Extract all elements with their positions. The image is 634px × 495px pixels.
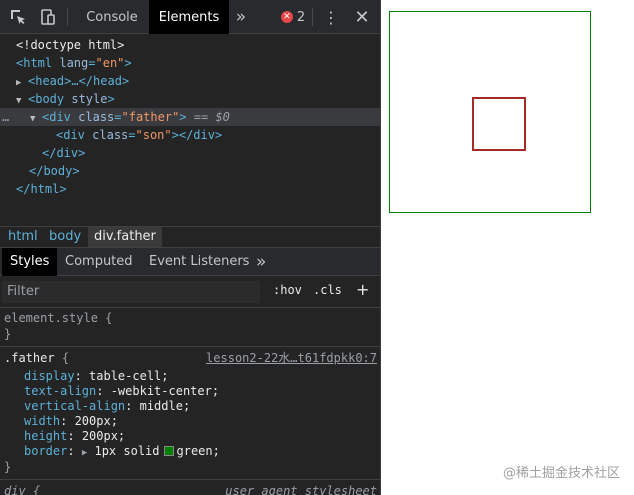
div-rule-header[interactable]: div { user agent stylesheet (0, 484, 380, 495)
breadcrumb: html body div.father (0, 226, 380, 248)
div-close-bracket: > (179, 110, 187, 124)
selected-node-marker: == $0 (193, 110, 230, 124)
prop-value-color: green; (176, 444, 220, 458)
html-open-tag: <html (16, 56, 53, 70)
rule-divider (0, 479, 380, 480)
prop-text-align[interactable]: text-align: -webkit-center; (0, 384, 380, 399)
hov-toggle[interactable]: :hov (273, 283, 302, 297)
ellipsis-menu-icon[interactable]: … (2, 108, 30, 126)
class-attr: class (78, 110, 115, 124)
page-viewport: @稀土掘金技术社区 (381, 0, 634, 495)
new-style-rule-button[interactable]: + (356, 280, 369, 299)
devtools-panel: Console Elements » ✕ 2 ⋮ ✕ <!doctype htm… (0, 0, 381, 495)
class-father-value: "father" (121, 110, 180, 124)
prop-value: 200px; (81, 429, 126, 443)
dom-line-body-close[interactable]: </body> (0, 162, 380, 180)
tab-styles[interactable]: Styles (2, 248, 58, 276)
breadcrumb-body[interactable]: body (43, 227, 87, 247)
father-box[interactable] (389, 11, 591, 213)
son-box[interactable] (472, 97, 526, 151)
html-close-tag: </html> (16, 182, 67, 196)
dom-line-div-close[interactable]: </div> (0, 144, 380, 162)
dom-line-doctype[interactable]: <!doctype html> (0, 36, 380, 54)
more-tabs-button[interactable]: » (229, 0, 253, 34)
tab-computed[interactable]: Computed (57, 248, 141, 276)
color-swatch[interactable] (163, 446, 174, 456)
dom-line-html[interactable]: <html lang="en"> (0, 54, 380, 72)
dom-line-html-close[interactable]: </html> (0, 180, 380, 198)
prop-value: 200px; (74, 414, 118, 428)
doctype-text: <!doctype html> (16, 38, 125, 52)
user-agent-stylesheet-label: user agent stylesheet (225, 484, 377, 495)
kebab-menu-icon[interactable]: ⋮ (318, 0, 344, 34)
more-subtabs-button[interactable]: » (248, 248, 274, 276)
prop-name: border (24, 444, 68, 458)
error-icon: ✕ (280, 11, 293, 23)
breadcrumb-div-father[interactable]: div.father (88, 227, 162, 247)
prop-name: width (24, 414, 61, 428)
father-selector: .father (4, 351, 55, 365)
error-count: 2 (296, 9, 306, 25)
prop-name: display (24, 369, 75, 383)
prop-border[interactable]: border: ▶ 1px solid green; (0, 444, 380, 459)
body-style-attr: style (71, 92, 108, 106)
styles-filter-bar: Filter :hov .cls + (0, 278, 380, 308)
prop-value: middle; (139, 399, 191, 413)
breadcrumb-html[interactable]: html (2, 227, 44, 247)
filter-input[interactable]: Filter (2, 281, 260, 303)
html-lang-value: "en" (95, 56, 125, 70)
prop-value: table-cell; (89, 369, 169, 383)
dom-tree: <!doctype html> <html lang="en"> ▶ <head>… (0, 34, 380, 224)
father-rule-close: } (4, 460, 12, 474)
prop-value: 1px solid (94, 444, 160, 458)
html-lang-attr: lang (59, 56, 89, 70)
tab-event-listeners[interactable]: Event Listeners (141, 248, 257, 276)
prop-name: vertical-align (24, 399, 126, 413)
watermark: @稀土掘金技术社区 (502, 466, 620, 481)
expand-triangle-icon[interactable]: ▶ (82, 448, 87, 458)
dom-line-body[interactable]: ▼ <body style> (0, 90, 380, 108)
errors-badge[interactable]: ✕ 2 (276, 0, 310, 34)
head-tag: <head>…</head> (28, 74, 130, 88)
body-open-tag: <body (28, 92, 65, 106)
devtools-toolbar: Console Elements » ✕ 2 ⋮ ✕ (0, 0, 380, 34)
toolbar-divider (312, 8, 313, 26)
tab-elements[interactable]: Elements (149, 0, 229, 34)
body-close-bracket: > (107, 92, 115, 106)
div-open-tag: <div (42, 110, 71, 124)
body-close-tag: </body> (29, 164, 80, 178)
prop-height[interactable]: height: 200px; (0, 429, 380, 444)
toolbar-divider (67, 8, 68, 26)
div-close-tag: </div> (42, 146, 86, 160)
rule-divider (0, 346, 380, 347)
inspect-element-icon[interactable] (4, 0, 32, 34)
prop-name: height (24, 429, 68, 443)
open-brace: { (61, 351, 70, 365)
div-close-tag: ></div> (171, 128, 223, 142)
div-open-tag: <div (56, 128, 85, 142)
prop-width[interactable]: width: 200px; (0, 414, 380, 429)
class-attr: class (92, 128, 129, 142)
prop-value: -webkit-center; (110, 384, 220, 398)
prop-vertical-align[interactable]: vertical-align: middle; (0, 399, 380, 414)
close-icon[interactable]: ✕ (348, 0, 376, 34)
cls-toggle[interactable]: .cls (313, 283, 342, 297)
class-son-value: "son" (135, 128, 172, 142)
father-source-link[interactable]: lesson2-22水…t61fdpkk0:7 (206, 351, 377, 366)
element-style-selector[interactable]: element.style { (0, 311, 380, 326)
tab-console[interactable]: Console (75, 0, 149, 34)
dom-line-head[interactable]: ▶ <head>…</head> (0, 72, 380, 90)
father-rule-header[interactable]: .father { lesson2-22水…t61fdpkk0:7 (0, 351, 380, 366)
dom-line-div-son[interactable]: <div class="son"></div> (0, 126, 380, 144)
dom-line-div-father[interactable]: … ▼ <div class="father"> == $0 (0, 108, 380, 126)
device-toolbar-icon[interactable] (34, 0, 62, 34)
div-selector: div { (4, 484, 41, 495)
styles-subtabs: Styles Computed Event Listeners » (0, 248, 380, 276)
html-close-bracket: > (124, 56, 132, 70)
prop-name: text-align (24, 384, 97, 398)
element-style-close: } (4, 327, 12, 341)
prop-display[interactable]: display: table-cell; (0, 369, 380, 384)
